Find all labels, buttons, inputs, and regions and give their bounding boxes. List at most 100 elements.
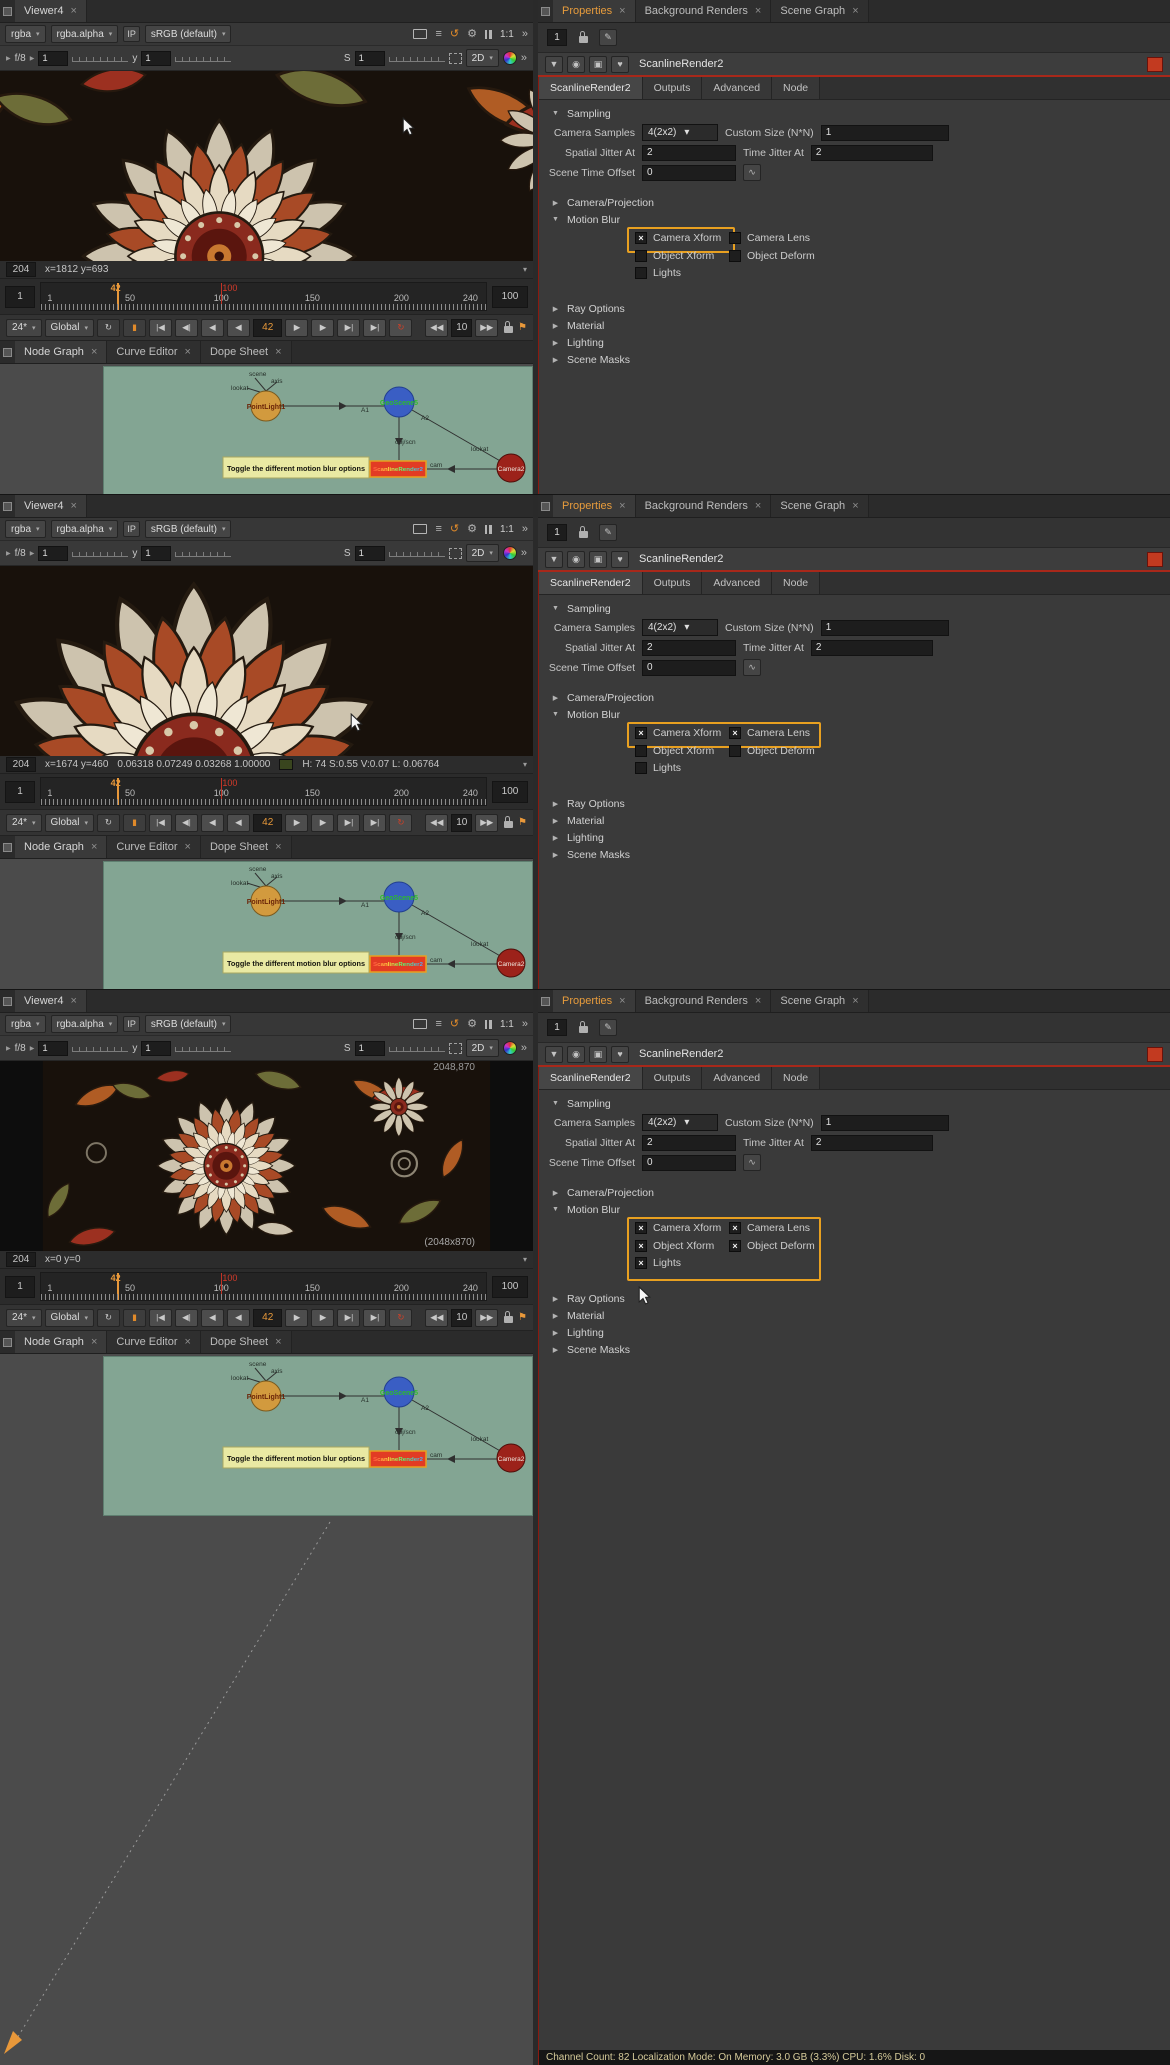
collapse-icon[interactable]: ▼ — [545, 1046, 563, 1063]
panel-count-input[interactable]: 1 — [547, 524, 567, 541]
panel-menu-icon[interactable] — [538, 0, 553, 22]
tab-node[interactable]: Node — [772, 1067, 820, 1089]
expander-icon[interactable]: ▶ — [30, 55, 35, 62]
object-deform-checkbox[interactable]: × Object Deform — [729, 1240, 815, 1252]
colorspace-select[interactable]: sRGB (default) ▾ — [145, 25, 232, 43]
panel-menu-icon[interactable] — [0, 0, 15, 22]
tab-properties[interactable]: Properties × — [553, 495, 636, 517]
ray-options-group-header[interactable]: ▶ Ray Options — [539, 795, 1170, 812]
pause-icon[interactable] — [485, 30, 492, 39]
loop-mode-icon[interactable]: ↻ — [97, 814, 120, 832]
tab-background-renders[interactable]: Background Renders × — [636, 0, 772, 22]
close-icon[interactable]: × — [185, 841, 191, 853]
gear-icon[interactable]: ⚙ — [467, 524, 477, 535]
lock-icon[interactable] — [501, 1312, 515, 1323]
jump-forward-button[interactable]: ▶▶ — [475, 1309, 498, 1327]
jump-forward-button[interactable]: ▶▶ — [475, 319, 498, 337]
frame-step-input[interactable]: 10 — [451, 319, 472, 337]
jump-back-button[interactable]: ◀◀ — [425, 814, 448, 832]
range-end-input[interactable]: 100 — [492, 781, 528, 803]
flag-icon[interactable]: ⚑ — [518, 322, 527, 333]
roi-icon[interactable] — [449, 548, 462, 559]
jump-back-button[interactable]: ◀◀ — [425, 1309, 448, 1327]
camera-samples-select[interactable]: 4(2x2) ▾ — [642, 1114, 718, 1131]
refresh-icon[interactable]: ↺ — [450, 1019, 459, 1030]
step-back-button[interactable]: ◀ — [201, 1309, 224, 1327]
expander-icon[interactable]: ▶ — [6, 1045, 11, 1052]
channel-select[interactable]: rgba.alpha ▾ — [51, 25, 119, 43]
node-color-chip[interactable] — [1147, 1047, 1163, 1062]
caret-down-icon[interactable]: ▾ — [523, 265, 527, 274]
tab-curve-editor[interactable]: Curve Editor × — [107, 341, 201, 363]
panel-menu-icon[interactable] — [538, 495, 553, 517]
camera-lens-checkbox[interactable]: × Camera Lens — [729, 727, 810, 739]
lights-checkbox[interactable]: × Lights — [635, 1257, 729, 1269]
next-keyframe-button[interactable]: ▶| — [337, 1309, 360, 1327]
channel-select[interactable]: rgba.alpha ▾ — [51, 1015, 119, 1033]
gamma-slider[interactable] — [175, 549, 231, 557]
tab-node[interactable]: Node — [772, 572, 820, 594]
node-grid-icon[interactable]: ▣ — [589, 1046, 607, 1063]
favorite-icon[interactable]: ♥ — [611, 1046, 629, 1063]
center-node-icon[interactable]: ◉ — [567, 551, 585, 568]
menu-icon[interactable]: ≡ — [435, 524, 441, 535]
tab-scanlinerender2[interactable]: ScanlineRender2 — [539, 1067, 643, 1089]
node-graph-canvas[interactable]: scene axis lookat A1 A2 obj/scn lookat c… — [103, 366, 533, 494]
camera-lens-checkbox[interactable]: Camera Lens — [729, 232, 810, 244]
favorite-icon[interactable]: ♥ — [611, 551, 629, 568]
loop-mode-icon[interactable]: ↻ — [97, 1309, 120, 1327]
prev-keyframe-button[interactable]: ◀| — [175, 814, 198, 832]
menu-icon[interactable]: ≡ — [435, 29, 441, 40]
chevrons-icon[interactable]: » — [522, 29, 528, 40]
close-icon[interactable]: × — [91, 841, 97, 853]
frame-step-input[interactable]: 10 — [451, 1309, 472, 1327]
timeline-ruler[interactable]: 1 50 100 150 200 240 42 100 — [40, 777, 487, 806]
step-back-button[interactable]: ◀ — [201, 319, 224, 337]
close-icon[interactable]: × — [275, 1336, 281, 1348]
scene-masks-group-header[interactable]: ▶ Scene Masks — [539, 351, 1170, 368]
step-back-button[interactable]: ◀ — [201, 814, 224, 832]
zoom-value[interactable]: 204 — [6, 757, 36, 772]
lights-checkbox[interactable]: Lights — [635, 267, 729, 279]
tab-viewer4[interactable]: Viewer4 × — [15, 495, 87, 517]
center-node-icon[interactable]: ◉ — [567, 56, 585, 73]
sampling-group-header[interactable]: ▼ Sampling — [539, 105, 1170, 122]
custom-size-input[interactable]: 1 — [821, 1115, 949, 1131]
close-icon[interactable]: × — [71, 995, 77, 1007]
tab-advanced[interactable]: Advanced — [702, 77, 772, 99]
lighting-group-header[interactable]: ▶ Lighting — [539, 1324, 1170, 1341]
step-forward-button[interactable]: ▶ — [311, 814, 334, 832]
range-mode-select[interactable]: Global ▾ — [45, 1309, 94, 1327]
tab-curve-editor[interactable]: Curve Editor × — [107, 836, 201, 858]
range-mode-select[interactable]: Global ▾ — [45, 814, 94, 832]
viewer-viewport[interactable]: 2048,870 (2048x870) — [0, 1061, 533, 1251]
close-icon[interactable]: × — [755, 500, 761, 512]
go-end-button[interactable]: ▶| — [363, 1309, 386, 1327]
camera-lens-checkbox[interactable]: × Camera Lens — [729, 1222, 810, 1234]
realtime-icon[interactable]: ↻ — [389, 1309, 412, 1327]
roi-icon[interactable] — [449, 53, 462, 64]
range-start-input[interactable]: 1 — [5, 1276, 35, 1298]
chevrons-icon[interactable]: » — [521, 548, 527, 559]
tab-node[interactable]: Node — [772, 77, 820, 99]
camera-projection-group-header[interactable]: ▶ Camera/Projection — [539, 194, 1170, 211]
close-icon[interactable]: × — [185, 346, 191, 358]
spatial-jitter-input[interactable]: 2 — [642, 640, 736, 656]
zoom-value[interactable]: 204 — [6, 1252, 36, 1267]
node-camera[interactable]: Camera2 — [497, 454, 525, 482]
camera-samples-select[interactable]: 4(2x2) ▾ — [642, 619, 718, 636]
bounce-icon[interactable]: ▮ — [123, 1309, 146, 1327]
panel-menu-icon[interactable] — [538, 990, 553, 1012]
gain-slider[interactable] — [72, 1044, 128, 1052]
tab-advanced[interactable]: Advanced — [702, 1067, 772, 1089]
node-graph-panel[interactable]: scene axis lookat A1 A2 obj/scn lookat c… — [0, 364, 533, 494]
tab-outputs[interactable]: Outputs — [643, 572, 703, 594]
saturation-slider[interactable] — [389, 549, 445, 557]
play-forward-button[interactable]: ▶ — [285, 814, 308, 832]
input-process-button[interactable]: IP — [123, 521, 140, 537]
step-forward-button[interactable]: ▶ — [311, 319, 334, 337]
pause-icon[interactable] — [485, 525, 492, 534]
bounce-icon[interactable]: ▮ — [123, 319, 146, 337]
bounce-icon[interactable]: ▮ — [123, 814, 146, 832]
tab-scene-graph[interactable]: Scene Graph × — [771, 0, 868, 22]
